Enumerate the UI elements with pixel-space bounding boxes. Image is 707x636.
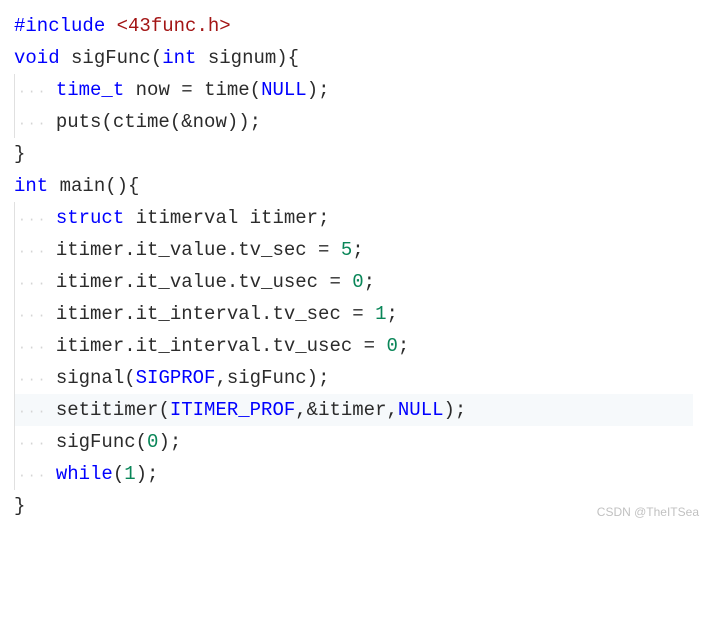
code-token: sigFunc xyxy=(71,42,151,74)
code-line: ··· itimer.it_value.tv_sec = 5; xyxy=(14,234,693,266)
code-token: 0 xyxy=(352,266,363,298)
code-token: <43func.h> xyxy=(117,10,231,42)
code-lines: #include <43func.h>void sigFunc(int sign… xyxy=(14,10,693,522)
code-line: #include <43func.h> xyxy=(14,10,693,42)
code-token: signum){ xyxy=(196,42,299,74)
code-token: itimer.it_interval.tv_sec = xyxy=(56,298,375,330)
code-line: ··· struct itimerval itimer; xyxy=(14,202,693,234)
code-token: NULL xyxy=(261,74,307,106)
code-line: int main(){ xyxy=(14,170,693,202)
code-token: setitimer xyxy=(56,394,159,426)
indent-guide: ··· xyxy=(14,426,56,458)
code-token: ,sigFunc); xyxy=(215,362,329,394)
code-token: } xyxy=(14,138,25,170)
indent-guide: ··· xyxy=(14,234,56,266)
code-token: NULL xyxy=(398,394,444,426)
code-token: main xyxy=(60,170,106,202)
code-token: ITIMER_PROF xyxy=(170,394,295,426)
indent-guide: ··· xyxy=(14,394,56,426)
indent-guide: ··· xyxy=(14,362,56,394)
code-token: void xyxy=(14,42,60,74)
code-line: ··· signal(SIGPROF,sigFunc); xyxy=(14,362,693,394)
code-token: while xyxy=(56,458,113,490)
code-token: (){ xyxy=(105,170,139,202)
code-token: int xyxy=(14,170,48,202)
code-token: 1 xyxy=(375,298,386,330)
code-token: itimer.it_value.tv_usec = xyxy=(56,266,352,298)
code-line: ··· while(1); xyxy=(14,458,693,490)
code-token: puts xyxy=(56,106,102,138)
code-token: time_t xyxy=(56,74,124,106)
code-token: ( xyxy=(101,106,112,138)
code-token: sigFunc xyxy=(56,426,136,458)
code-token: 0 xyxy=(147,426,158,458)
code-line: ··· setitimer(ITIMER_PROF,&itimer,NULL); xyxy=(14,394,693,426)
code-token: ( xyxy=(113,458,124,490)
code-line: ··· itimer.it_value.tv_usec = 0; xyxy=(14,266,693,298)
code-token: struct xyxy=(56,202,124,234)
code-line: } xyxy=(14,490,693,522)
code-line: ··· puts(ctime(&now)); xyxy=(14,106,693,138)
code-token: ; xyxy=(398,330,409,362)
code-token: int xyxy=(162,42,196,74)
code-token: itimer.it_interval.tv_usec = xyxy=(56,330,387,362)
code-token: (&now)); xyxy=(170,106,261,138)
code-token: signal xyxy=(56,362,124,394)
code-token: ); xyxy=(158,426,181,458)
code-token xyxy=(60,42,71,74)
code-line: ··· sigFunc(0); xyxy=(14,426,693,458)
indent-guide: ··· xyxy=(14,458,56,490)
code-token: ; xyxy=(352,234,363,266)
code-token: ( xyxy=(250,74,261,106)
code-token: time xyxy=(204,74,250,106)
code-token: ; xyxy=(364,266,375,298)
code-token: ); xyxy=(307,74,330,106)
code-token: #include xyxy=(14,10,117,42)
code-line: } xyxy=(14,138,693,170)
code-token: ( xyxy=(136,426,147,458)
indent-guide: ··· xyxy=(14,202,56,234)
code-line: ··· time_t now = time(NULL); xyxy=(14,74,693,106)
code-token: ( xyxy=(151,42,162,74)
code-line: ··· itimer.it_interval.tv_usec = 0; xyxy=(14,330,693,362)
indent-guide: ··· xyxy=(14,74,56,106)
code-token: ); xyxy=(136,458,159,490)
code-token: ; xyxy=(386,298,397,330)
indent-guide: ··· xyxy=(14,298,56,330)
code-token xyxy=(48,170,59,202)
indent-guide: ··· xyxy=(14,266,56,298)
code-token: ,&itimer, xyxy=(295,394,398,426)
code-token: now = xyxy=(124,74,204,106)
code-token: ctime xyxy=(113,106,170,138)
code-token: SIGPROF xyxy=(136,362,216,394)
indent-guide: ··· xyxy=(14,330,56,362)
code-line: ··· itimer.it_interval.tv_sec = 1; xyxy=(14,298,693,330)
code-token: ); xyxy=(444,394,467,426)
code-token: 1 xyxy=(124,458,135,490)
code-token: itimer.it_value.tv_sec = xyxy=(56,234,341,266)
code-block: #include <43func.h>void sigFunc(int sign… xyxy=(0,0,707,532)
code-token: ( xyxy=(124,362,135,394)
watermark-text: CSDN @TheITSea xyxy=(597,496,699,528)
indent-guide: ··· xyxy=(14,106,56,138)
code-token: } xyxy=(14,490,25,522)
code-line: void sigFunc(int signum){ xyxy=(14,42,693,74)
code-token: ( xyxy=(158,394,169,426)
code-token: 0 xyxy=(386,330,397,362)
code-token: itimerval itimer; xyxy=(124,202,329,234)
code-token: 5 xyxy=(341,234,352,266)
